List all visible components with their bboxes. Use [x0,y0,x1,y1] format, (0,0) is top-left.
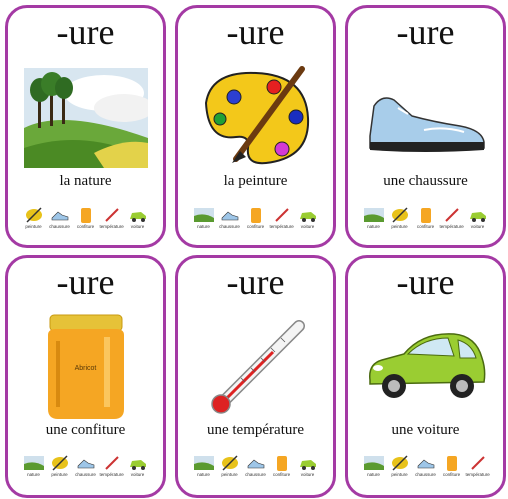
thumb-peinture: peinture [388,206,412,230]
jar-icon [250,208,261,223]
shoe-icon [77,459,94,469]
jar-icon [80,208,91,223]
thumb-chaussure: chaussure [244,454,268,478]
jar-icon [420,208,431,223]
thumb-temperature: température [466,454,490,478]
card-word: une température [206,422,305,438]
card-suffix: -ure [226,12,285,52]
card-peinture: -ure la peinture nature chaussure confit… [175,5,336,248]
card-confiture: -ure Abricot une confiture nature peintu… [5,255,166,498]
thumb-peinture: peinture [218,454,242,478]
thumb-confiture: confiture [270,454,294,478]
jar-icon [276,456,287,471]
word-strip: nature peinture chaussure température vo… [8,454,163,478]
card-chaussure: -ure une chaussure nature peinture confi… [345,5,506,248]
thumb-chaussure: chaussure [74,454,98,478]
thumb-peinture: peinture [48,454,72,478]
car-icon [299,460,316,470]
jam-jar-image: Abricot [44,313,128,421]
word-strip: nature peinture chaussure confiture temp… [348,454,503,478]
thumb-chaussure: chaussure [218,206,242,230]
thumb-confiture: confiture [74,206,98,230]
thermometer-icon [104,208,119,222]
thermometer-icon [444,208,459,222]
word-strip: peinture chaussure confiture température… [8,206,163,230]
card-suffix: -ure [56,262,115,302]
card-suffix: -ure [396,262,455,302]
card-suffix: -ure [56,12,115,52]
landscape-icon [193,456,214,470]
word-strip: nature peinture chaussure confiture voit… [178,454,333,478]
nature-image [23,68,154,168]
thumb-temperature: température [440,206,464,230]
thumb-voiture: voiture [296,454,320,478]
thermometer-icon [274,208,289,222]
thumb-nature: nature [192,206,216,230]
jar-label: Abricot [74,365,97,372]
thumb-chaussure: chaussure [48,206,72,230]
card-suffix: -ure [226,262,285,302]
thumb-peinture: peinture [22,206,46,230]
palette-icon [391,455,408,471]
card-word: une voiture [391,422,460,438]
palette-icon [391,207,408,223]
thumb-temperature: température [270,206,294,230]
car-icon [469,212,486,222]
thumb-nature: nature [362,454,386,478]
card-voiture: -ure une voiture nature peinture chaussu… [345,255,506,498]
car-icon [129,460,146,470]
thermometer-image [201,316,311,416]
thumb-nature: nature [362,206,386,230]
shoe-icon [221,211,238,221]
thumb-voiture: voiture [296,206,320,230]
palette-image [196,63,316,171]
sneaker-image [364,86,488,156]
landscape-icon [363,208,384,222]
card-nature: -ure la nature peinture chaussure confit… [5,5,166,248]
card-word: une confiture [45,422,126,438]
thumb-temperature: température [100,454,124,478]
thumb-nature: nature [192,454,216,478]
car-icon [299,212,316,222]
shoe-icon [247,459,264,469]
word-strip: nature chaussure confiture température v… [178,206,333,230]
shoe-icon [51,211,68,221]
palette-icon [221,455,238,471]
word-strip: nature peinture confiture température vo… [348,206,503,230]
thumb-voiture: voiture [126,454,150,478]
jar-icon [446,456,457,471]
thumb-chaussure: chaussure [414,454,438,478]
car-image [364,324,488,404]
landscape-icon [193,208,214,222]
card-word: une chaussure [383,173,468,189]
thumb-confiture: confiture [244,206,268,230]
palette-icon [25,207,42,223]
thumb-voiture: voiture [466,206,490,230]
card-word: la nature [59,173,112,189]
landscape-icon [23,456,44,470]
thumb-nature: nature [22,454,46,478]
thumb-confiture: confiture [440,454,464,478]
card-temperature: -ure une température nature peinture cha… [175,255,336,498]
card-suffix: -ure [396,12,455,52]
thumb-confiture: confiture [414,206,438,230]
thumb-temperature: température [100,206,124,230]
thermometer-icon [104,456,119,470]
thumb-peinture: peinture [388,454,412,478]
landscape-icon [363,456,384,470]
thermometer-icon [470,456,485,470]
palette-icon [51,455,68,471]
card-word: la peinture [223,173,288,189]
shoe-icon [417,459,434,469]
car-icon [129,212,146,222]
thumb-voiture: voiture [126,206,150,230]
